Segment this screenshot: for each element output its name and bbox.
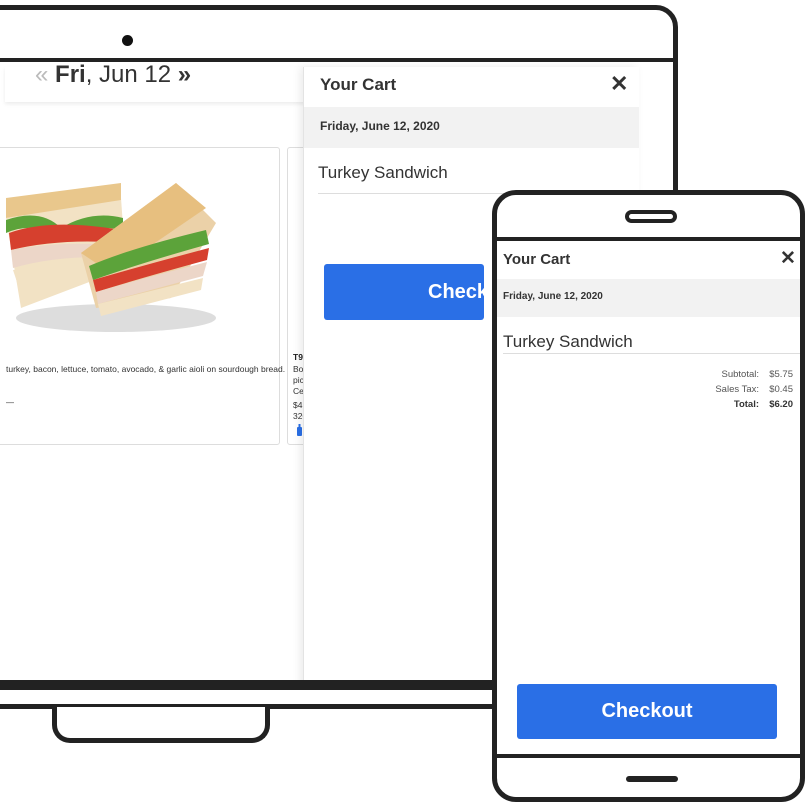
close-icon[interactable]: ✕	[610, 71, 628, 97]
order-summary: Subtotal: $5.75 Sales Tax: $0.45 Total: …	[647, 367, 793, 412]
date-nav-day: Fri	[55, 61, 86, 88]
date-navigation: « Fri, Jun 12 »	[35, 61, 191, 89]
total-value: $6.20	[769, 399, 793, 410]
cart-title: Your Cart	[320, 75, 397, 94]
laptop-touchpad-notch	[52, 707, 270, 743]
page-header: « Fri, Jun 12 »	[5, 61, 343, 102]
tax-value: $0.45	[769, 384, 793, 395]
cart-item[interactable]: Turkey Sandwich	[318, 163, 448, 183]
home-indicator	[626, 776, 678, 782]
menu-item-description: turkey, bacon, lettuce, tomato, avocado,…	[6, 364, 286, 374]
cart-divider	[503, 353, 800, 354]
bottle-icon	[297, 424, 302, 436]
phone-top-divider	[497, 237, 800, 241]
phone-bottom-divider	[497, 754, 800, 758]
cart-date-bar: Friday, June 12, 2020	[304, 107, 639, 148]
checkout-button[interactable]: Checkout	[517, 684, 777, 739]
cart-title: Your Cart	[503, 251, 571, 268]
prev-day-button[interactable]: «	[35, 61, 48, 88]
phone-frame: Your Cart ✕ Friday, June 12, 2020 Turkey…	[492, 190, 805, 802]
total-label: Total:	[733, 399, 759, 410]
cart-date: Friday, June 12, 2020	[503, 291, 603, 302]
sandwich-image	[6, 183, 216, 332]
subtotal-row: Subtotal: $5.75	[647, 367, 794, 382]
tax-label: Sales Tax:	[715, 384, 759, 395]
subtotal-value: $5.75	[769, 369, 793, 380]
total-row: Total: $6.20	[647, 397, 793, 412]
next-day-button[interactable]: »	[178, 61, 191, 88]
subtotal-label: Subtotal:	[721, 369, 760, 380]
tax-row: Sales Tax: $0.45	[647, 382, 793, 397]
checkout-button[interactable]: Checkout	[324, 264, 484, 320]
cart-date: Friday, June 12, 2020	[320, 119, 440, 133]
cart-item[interactable]: Turkey Sandwich	[503, 332, 633, 352]
date-nav-date: , Jun 12	[85, 61, 172, 88]
cart-date-bar: Friday, June 12, 2020	[497, 279, 800, 317]
price-indicator: —	[6, 398, 14, 407]
menu-card[interactable]: turkey, bacon, lettuce, tomato, avocado,…	[0, 147, 285, 445]
phone-speaker	[625, 210, 677, 223]
close-icon[interactable]: ✕	[780, 247, 796, 270]
camera-icon	[122, 35, 133, 46]
